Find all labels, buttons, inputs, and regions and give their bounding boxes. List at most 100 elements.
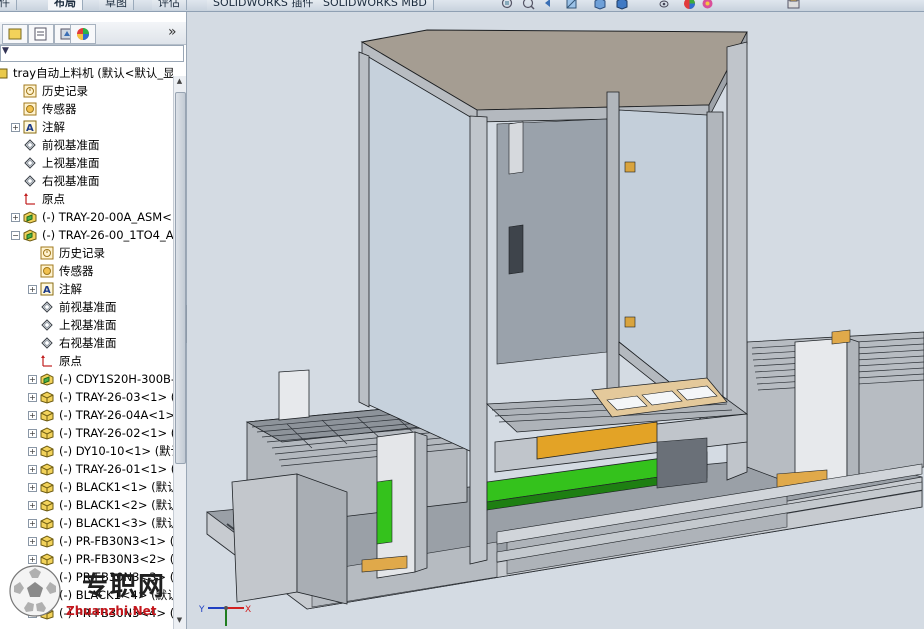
- tree-item[interactable]: + (-) CDY1S20H-300B-A: [0, 370, 173, 388]
- tree-item[interactable]: 前视基准面: [0, 298, 173, 316]
- appearance-icon[interactable]: [683, 0, 696, 10]
- plane-icon: [24, 175, 36, 187]
- tree-item[interactable]: + A 注解: [0, 280, 173, 298]
- tree-item-label: 右视基准面: [59, 336, 117, 350]
- scrollbar-thumb[interactable]: [175, 92, 186, 464]
- tree-item-label: 注解: [42, 120, 65, 134]
- part-icon: [40, 445, 54, 458]
- tab-4[interactable]: SOLIDWORKS 插件: [207, 0, 321, 10]
- plane-icon: [41, 337, 53, 349]
- zoom-fit-icon[interactable]: [501, 0, 514, 10]
- tab-0[interactable]: 焊件: [0, 0, 17, 10]
- view-orientation-icon[interactable]: [593, 0, 606, 10]
- tree-item[interactable]: + (-) TRAY-26-01<1> (默: [0, 460, 173, 478]
- scroll-up-icon[interactable]: ▲: [175, 77, 184, 89]
- tree-item[interactable]: 上视基准面: [0, 154, 173, 172]
- tree-item[interactable]: + (-) TRAY-26-02<1> (默: [0, 424, 173, 442]
- tab-2[interactable]: 草图: [99, 0, 134, 10]
- expand-toggle-icon[interactable]: +: [11, 123, 20, 132]
- hide-show-items-icon[interactable]: [659, 0, 672, 10]
- tree-item[interactable]: + A 注解: [0, 118, 173, 136]
- tree-item-label: tray自动上料机 (默认<默认_显: [13, 66, 173, 80]
- tree-item-label: 历史记录: [42, 84, 88, 98]
- subassembly-icon: [23, 229, 37, 242]
- part-icon: [40, 409, 54, 422]
- subassembly-icon: [40, 373, 54, 386]
- tab-1[interactable]: 布局: [48, 0, 83, 10]
- command-manager-tabs: 焊件 布局 草图 评估 SOLIDWORKS 插件SOLIDWORKS MBD: [0, 0, 924, 12]
- expand-toggle-icon[interactable]: +: [28, 429, 37, 438]
- tree-item[interactable]: + (-) BLACK1<1> (默认<: [0, 478, 173, 496]
- tree-item[interactable]: 上视基准面: [0, 316, 173, 334]
- tree-item[interactable]: 传感器: [0, 100, 173, 118]
- origin-icon: [41, 355, 52, 367]
- part-icon: [40, 535, 54, 548]
- expand-toggle-icon[interactable]: +: [28, 465, 37, 474]
- feature-manager-tab-icon[interactable]: [2, 24, 28, 44]
- tree-item[interactable]: tray自动上料机 (默认<默认_显: [0, 64, 173, 82]
- tree-item[interactable]: 历史记录: [0, 244, 173, 262]
- tree-item[interactable]: + (-) BLACK1<2> (默认<: [0, 496, 173, 514]
- plane-icon: [41, 319, 53, 331]
- tree-item-label: 原点: [59, 354, 82, 368]
- tree-item[interactable]: + (-) DY10-10<1> (默认: [0, 442, 173, 460]
- expand-toggle-icon[interactable]: +: [28, 537, 37, 546]
- tree-item[interactable]: + (-) TRAY-26-04A<1> (: [0, 406, 173, 424]
- graphics-viewport[interactable]: [187, 12, 924, 629]
- expand-toggle-icon[interactable]: +: [28, 285, 37, 294]
- annotation-icon: A: [40, 282, 54, 296]
- tree-item-label: 传感器: [42, 102, 77, 116]
- display-style-icon[interactable]: [615, 0, 628, 10]
- tree-item-label: 原点: [42, 192, 65, 206]
- expand-toggle-icon[interactable]: +: [28, 447, 37, 456]
- view-settings-icon[interactable]: [787, 0, 800, 10]
- property-manager-tab-icon[interactable]: [28, 24, 54, 44]
- watermark-title: 专职网: [82, 572, 167, 602]
- plane-icon: [24, 139, 36, 151]
- tree-item-label: 传感器: [59, 264, 94, 278]
- expand-toggle-icon[interactable]: +: [11, 213, 20, 222]
- tree-item-label: (-) DY10-10<1> (默认: [59, 444, 173, 458]
- tree-item[interactable]: − (-) TRAY-26-00_1TO4_ASM: [0, 226, 173, 244]
- expand-toggle-icon[interactable]: +: [28, 375, 37, 384]
- tree-item-label: (-) BLACK1<3> (默认<: [59, 516, 173, 530]
- tree-item[interactable]: + (-) PR-FB30N3<1> (默: [0, 532, 173, 550]
- tree-item[interactable]: 历史记录: [0, 82, 173, 100]
- expand-toggle-icon[interactable]: +: [28, 501, 37, 510]
- tree-item-label: 上视基准面: [42, 156, 100, 170]
- tree-item[interactable]: 右视基准面: [0, 334, 173, 352]
- tab-3[interactable]: 评估: [152, 0, 187, 10]
- tree-filter-input[interactable]: ▼: [0, 45, 184, 62]
- section-view-icon[interactable]: [565, 0, 578, 10]
- collapse-panel-button[interactable]: »: [168, 24, 177, 40]
- tree-item[interactable]: 传感器: [0, 262, 173, 280]
- expand-toggle-icon[interactable]: −: [11, 231, 20, 240]
- display-manager-tab-icon[interactable]: [70, 24, 96, 44]
- expand-toggle-icon[interactable]: +: [28, 393, 37, 402]
- tree-item[interactable]: 原点: [0, 352, 173, 370]
- tab-5[interactable]: SOLIDWORKS MBD: [317, 0, 434, 10]
- tree-item-label: (-) TRAY-26-00_1TO4_ASM: [42, 228, 173, 242]
- history-icon: [40, 246, 54, 260]
- expand-toggle-icon[interactable]: +: [28, 519, 37, 528]
- filter-dropdown-icon[interactable]: ▼: [2, 46, 9, 56]
- tree-item-label: (-) TRAY-26-04A<1> (: [59, 408, 173, 422]
- part-icon: [40, 517, 54, 530]
- triad-y-label: Y: [198, 605, 205, 615]
- subassembly-icon: [23, 211, 37, 224]
- tree-item[interactable]: + (-) TRAY-20-00A_ASM<1> (: [0, 208, 173, 226]
- part-icon: [40, 391, 54, 404]
- tree-item-label: (-) TRAY-20-00A_ASM<1> (: [42, 210, 173, 224]
- expand-toggle-icon[interactable]: +: [28, 483, 37, 492]
- scene-icon[interactable]: [701, 0, 714, 10]
- expand-toggle-icon[interactable]: +: [28, 411, 37, 420]
- tree-item[interactable]: 前视基准面: [0, 136, 173, 154]
- zoom-area-icon[interactable]: [522, 0, 535, 10]
- tree-item[interactable]: 原点: [0, 190, 173, 208]
- tree-item[interactable]: + (-) BLACK1<3> (默认<: [0, 514, 173, 532]
- tree-scrollbar[interactable]: ▲ ▼: [173, 76, 186, 629]
- tree-item[interactable]: 右视基准面: [0, 172, 173, 190]
- panel-tab-bar: »: [0, 22, 186, 45]
- previous-view-icon[interactable]: [543, 0, 556, 10]
- tree-item[interactable]: + (-) TRAY-26-03<1> (默: [0, 388, 173, 406]
